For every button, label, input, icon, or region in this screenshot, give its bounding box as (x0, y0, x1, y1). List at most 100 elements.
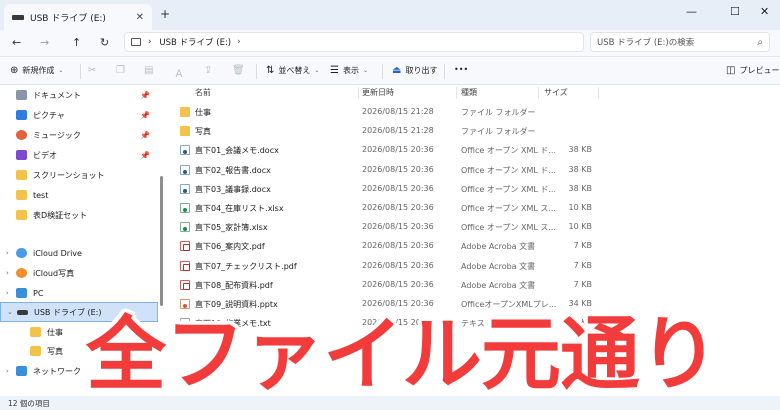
column-divider[interactable] (598, 87, 599, 99)
file-row[interactable]: 直下08_配布資料.pdf 2026/08/15 20:36 Adobe Acrob… (172, 276, 602, 294)
command-bar: ⊕ 新規作成 ⌄ ✂ ❐ ▤ Ａ ⇪ 🗑 ⇅ 並べ替え ⌄ ☰ 表示 ⌄ ⏏ 取… (0, 56, 780, 85)
file-row[interactable]: 直下02_報告書.docx 2026/08/15 20:36 Office オープン… (172, 161, 602, 179)
pin-icon[interactable]: 📌 (140, 131, 150, 140)
file-row[interactable]: 直下04_在庫リスト.xlsx 2026/08/15 20:36 Office オー… (172, 199, 602, 217)
back-icon[interactable]: ← (12, 36, 21, 49)
copy-button[interactable]: ❐ (116, 65, 125, 76)
file-size: 7 KB (573, 241, 592, 251)
icloud-photos-icon (16, 268, 27, 278)
divider (444, 64, 445, 79)
chevron-right-icon[interactable]: › (6, 367, 16, 375)
file-type: Adobe Acroba 文書 (461, 261, 536, 271)
sidebar-item-pictures[interactable]: ピクチャ 📌 (0, 105, 158, 125)
rename-button[interactable]: Ａ (174, 65, 184, 80)
file-name: 直下01_会議メモ.docx (195, 146, 279, 156)
column-header-type[interactable]: 種類 (461, 87, 477, 98)
sidebar-item-screenshots[interactable]: スクリーンショット (0, 165, 158, 185)
refresh-icon[interactable]: ↻ (100, 36, 109, 49)
file-row[interactable]: 直下03_議事録.docx 2026/08/15 20:36 Office オープン… (172, 180, 602, 198)
eject-button[interactable]: ⏏ 取り出す (392, 65, 437, 76)
folder-icon (180, 126, 190, 137)
chevron-right-icon[interactable]: › (6, 249, 16, 257)
minimize-button[interactable]: — (686, 5, 697, 18)
close-window-button[interactable]: ✕ (760, 5, 769, 18)
more-options-button[interactable]: ••• (454, 65, 468, 74)
sidebar-item-label: ピクチャ (33, 110, 65, 120)
column-divider[interactable] (358, 87, 359, 99)
sidebar-scrollbar-thumb[interactable] (160, 176, 163, 306)
maximize-button[interactable]: ☐ (730, 5, 740, 18)
folder-icon (30, 346, 41, 356)
sidebar-item-label: ネットワーク (33, 366, 81, 376)
sidebar-item-music[interactable]: ミュージック 📌 (0, 125, 158, 145)
column-divider[interactable] (456, 87, 457, 99)
view-button[interactable]: ☰ 表示 ⌄ (330, 65, 368, 76)
tab-usb-drive[interactable]: USB ドライブ (E:) ✕ (4, 4, 152, 30)
sort-button[interactable]: ⇅ 並べ替え ⌄ (266, 65, 319, 76)
search-input[interactable]: USB ドライブ (E:)の検索 ⌕ (590, 32, 770, 52)
sidebar-item-videos[interactable]: ビデオ 📌 (0, 145, 158, 165)
sidebar-item-documents[interactable]: ドキュメント 📌 (0, 85, 158, 105)
new-label: 新規作成 (22, 66, 55, 75)
sidebar-item-label: 表D検証セット (33, 210, 88, 220)
paste-button[interactable]: ▤ (144, 65, 153, 76)
preview-button[interactable]: ◫ プレビュー (726, 65, 779, 76)
preview-pane-icon: ◫ (726, 65, 736, 76)
sidebar-item-label: ミュージック (33, 130, 81, 140)
file-row[interactable]: 直下06_案内文.pdf 2026/08/15 20:36 Adobe Acroba… (172, 237, 602, 255)
sidebar-item-pc[interactable]: › PC (0, 283, 158, 303)
usb-drive-icon (17, 309, 28, 315)
usb-drive-icon (12, 14, 24, 20)
column-header-name[interactable]: 名前 (195, 87, 211, 98)
address-input[interactable]: › USB ドライブ (E:) › (124, 32, 584, 52)
address-bar: ← → ↑ ↻ › USB ドライブ (E:) › USB ドライブ (E:)の… (0, 30, 780, 56)
chevron-right-icon[interactable]: › (6, 269, 16, 277)
file-type: Adobe Acroba 文書 (461, 242, 536, 252)
pin-icon[interactable]: 📌 (140, 151, 150, 160)
share-button[interactable]: ⇪ (204, 65, 212, 76)
overlay-caption: 全ファイル元通り (86, 308, 719, 401)
breadcrumb-usb-drive[interactable]: USB ドライブ (E:) (159, 36, 231, 48)
sidebar-item-label: iCloud写真 (33, 268, 75, 278)
chevron-down-icon: ⌄ (362, 67, 368, 74)
file-size: 38 KB (568, 145, 592, 155)
cut-button[interactable]: ✂ (88, 65, 96, 76)
file-type: Office オープン XML ド... (461, 165, 556, 175)
delete-button[interactable]: 🗑 (232, 65, 245, 76)
tab-close-icon[interactable]: ✕ (136, 12, 144, 23)
sidebar-item-label: test (33, 190, 49, 200)
file-row[interactable]: 仕事 2026/08/15 21:28 ファイル フォルダー (172, 103, 602, 121)
file-name: 直下08_配布資料.pdf (195, 280, 273, 290)
file-name: 直下02_報告書.docx (195, 165, 271, 175)
new-button[interactable]: ⊕ 新規作成 ⌄ (10, 65, 63, 76)
new-tab-button[interactable]: + (160, 7, 170, 21)
sidebar-item-icloud-photos[interactable]: › iCloud写真 (0, 263, 158, 283)
tab-title: USB ドライブ (E:) (30, 13, 106, 24)
file-name: 直下07_チェックリスト.pdf (195, 261, 297, 271)
pin-icon[interactable]: 📌 (140, 91, 150, 100)
paste-icon: ▤ (144, 65, 154, 76)
up-icon[interactable]: ↑ (72, 36, 81, 49)
file-row[interactable]: 直下05_家計簿.xlsx 2026/08/15 20:36 Office オープン… (172, 218, 602, 236)
sidebar-item-icloud-drive[interactable]: › iCloud Drive (0, 243, 158, 263)
sidebar-item-verification-set[interactable]: 表D検証セット (0, 205, 158, 225)
column-header-size[interactable]: サイズ (544, 87, 568, 98)
forward-icon[interactable]: → (40, 36, 49, 49)
sidebar-item-test[interactable]: test (0, 185, 158, 205)
column-divider[interactable] (538, 87, 539, 99)
pin-icon[interactable]: 📌 (140, 111, 150, 120)
file-date: 2026/08/15 21:28 (362, 107, 434, 116)
file-row[interactable]: 写真 2026/08/15 21:28 ファイル フォルダー (172, 122, 602, 140)
file-type: Office オープン XML ド... (461, 146, 556, 156)
column-header-date[interactable]: 更新日時 (362, 87, 394, 98)
folder-icon (180, 107, 190, 117)
file-row[interactable]: 直下01_会議メモ.docx 2026/08/15 20:36 Office オープ… (172, 141, 602, 159)
view-icon: ☰ (330, 65, 339, 76)
file-row[interactable]: 直下07_チェックリスト.pdf 2026/08/15 20:36 Adobe Ac… (172, 257, 602, 275)
chevron-down-icon[interactable]: ⌄ (7, 308, 17, 316)
breadcrumb-chevron-icon[interactable]: › (237, 37, 240, 47)
file-size: 7 KB (573, 260, 592, 270)
file-date: 2026/08/15 20:36 (362, 222, 434, 232)
chevron-right-icon[interactable]: › (6, 289, 16, 297)
file-date: 2026/08/15 20:36 (362, 183, 434, 193)
